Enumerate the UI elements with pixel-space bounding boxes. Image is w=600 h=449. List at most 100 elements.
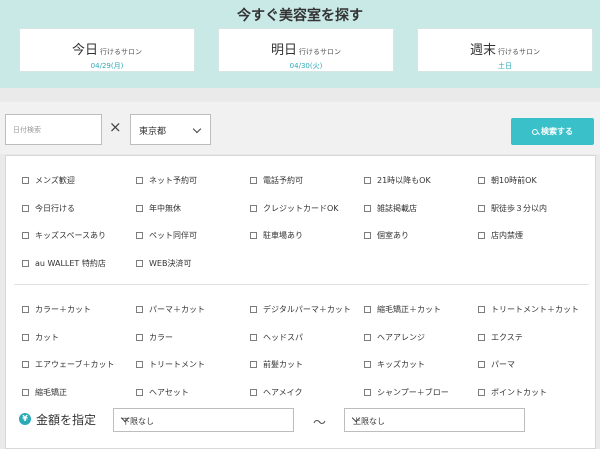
condition-option-label: 駐車場あり <box>263 231 303 240</box>
checkbox[interactable] <box>478 306 485 313</box>
search-button-label: 検索する <box>541 127 573 136</box>
checkbox[interactable] <box>250 388 257 396</box>
menu-option-label: ポイントカット <box>491 387 547 397</box>
menu-option[interactable]: 前髪カット <box>250 359 303 373</box>
menu-option[interactable]: カット <box>22 332 59 346</box>
menu-option-label: シャンプー＋ブロー <box>377 387 449 397</box>
checkbox[interactable] <box>136 361 143 368</box>
checkbox[interactable] <box>364 361 371 368</box>
checkbox[interactable] <box>136 259 143 267</box>
checkbox[interactable] <box>250 177 257 184</box>
checkbox[interactable] <box>250 333 257 341</box>
checkbox[interactable] <box>136 306 143 313</box>
checkbox[interactable] <box>478 333 485 341</box>
condition-option[interactable]: au WALLET 特約店 <box>22 258 106 272</box>
menu-option[interactable]: エアウェーブ＋カット <box>22 359 115 373</box>
condition-option-label: ネット予約可 <box>149 176 197 185</box>
menu-option[interactable]: ヘアアレンジ <box>364 332 425 346</box>
menu-option[interactable]: キッズカット <box>364 359 425 373</box>
menu-option[interactable]: ヘッドスパ <box>250 332 303 346</box>
menu-option[interactable]: シャンプー＋ブロー <box>364 387 449 401</box>
checkbox[interactable] <box>22 388 29 396</box>
menu-option[interactable]: ポイントカット <box>478 387 547 401</box>
menu-option[interactable]: パーマ <box>478 359 515 373</box>
date-search-input[interactable] <box>5 114 102 145</box>
condition-option[interactable]: メンズ歓迎 <box>22 175 75 189</box>
condition-option[interactable]: ネット予約可 <box>136 175 197 189</box>
checkbox[interactable] <box>364 232 371 239</box>
condition-option[interactable]: WEB決済可 <box>136 258 191 272</box>
menu-option[interactable]: トリートメント <box>136 359 205 373</box>
checkbox[interactable] <box>136 204 143 212</box>
checkbox[interactable] <box>22 232 29 239</box>
condition-option[interactable]: 雑誌掲載店 <box>364 203 417 217</box>
price-min-select[interactable]: 下限なし <box>113 408 294 432</box>
checkbox[interactable] <box>478 177 485 184</box>
menu-option[interactable]: 縮毛矯正＋カット <box>364 304 441 318</box>
checkbox[interactable] <box>364 177 371 184</box>
menu-option[interactable]: カラー <box>136 332 173 346</box>
checkbox[interactable] <box>136 388 143 396</box>
checkbox[interactable] <box>22 259 29 267</box>
checkbox[interactable] <box>250 232 257 239</box>
condition-option[interactable]: 駐車場あり <box>250 230 303 244</box>
condition-option-label: 朝10時前OK <box>491 176 537 185</box>
menu-option[interactable]: ヘアメイク <box>250 387 302 401</box>
menu-option-label: パーマ＋カット <box>149 305 205 314</box>
condition-option[interactable]: 朝10時前OK <box>478 175 537 189</box>
menu-option[interactable]: エクステ <box>478 332 523 346</box>
menu-option[interactable]: デジタルパーマ＋カット <box>250 304 351 318</box>
condition-option[interactable]: 店内禁煙 <box>478 230 523 244</box>
checkbox[interactable] <box>478 361 485 368</box>
checkbox[interactable] <box>22 204 29 212</box>
condition-option[interactable]: 年中無休 <box>136 203 181 217</box>
today-button[interactable]: 今日 行けるサロン 04/29(月) <box>19 28 195 72</box>
section-divider <box>14 284 589 285</box>
checkbox[interactable] <box>22 361 29 368</box>
menu-option-label: ヘアセット <box>149 387 189 397</box>
checkbox[interactable] <box>136 333 143 341</box>
checkbox[interactable] <box>364 204 371 212</box>
checkbox[interactable] <box>478 232 485 239</box>
menu-option-label: 縮毛矯正 <box>35 387 67 397</box>
checkbox[interactable] <box>250 361 257 368</box>
price-range-separator: 〜 <box>313 416 327 431</box>
checkbox[interactable] <box>136 177 143 184</box>
condition-option[interactable]: クレジットカードOK <box>250 203 339 217</box>
condition-option-label: ペット同伴可 <box>149 231 197 240</box>
checkbox[interactable] <box>136 232 143 239</box>
checkbox[interactable] <box>250 306 257 313</box>
menu-option[interactable]: カラー＋カット <box>22 304 91 318</box>
weekend-button[interactable]: 週末 行けるサロン 土日 <box>417 28 593 72</box>
menu-option-label: トリートメント <box>149 360 205 369</box>
checkbox[interactable] <box>478 388 485 396</box>
checkbox[interactable] <box>364 306 371 313</box>
condition-option-label: クレジットカードOK <box>263 203 339 213</box>
condition-option[interactable]: 21時以降もOK <box>364 175 431 189</box>
checkbox[interactable] <box>364 388 371 396</box>
menu-option-label: デジタルパーマ＋カット <box>263 305 351 314</box>
menu-option-label: カラー＋カット <box>35 305 91 314</box>
yen-icon: ¥ <box>19 413 31 425</box>
menu-option[interactable]: 縮毛矯正 <box>22 387 67 401</box>
menu-option[interactable]: トリートメント＋カット <box>478 304 579 318</box>
checkbox[interactable] <box>22 333 29 341</box>
checkbox[interactable] <box>22 306 29 313</box>
checkbox[interactable] <box>364 333 371 341</box>
condition-option[interactable]: 個室あり <box>364 230 409 244</box>
condition-option[interactable]: キッズスペースあり <box>22 230 106 244</box>
search-button[interactable]: 検索する <box>511 118 594 145</box>
checkbox[interactable] <box>22 177 29 184</box>
menu-option[interactable]: ヘアセット <box>136 387 189 401</box>
checkbox[interactable] <box>250 204 257 212</box>
prefecture-select[interactable]: 東京都 <box>130 114 211 145</box>
tomorrow-button[interactable]: 明日 行けるサロン 04/30(火) <box>218 28 394 72</box>
checkbox[interactable] <box>478 204 485 212</box>
condition-option[interactable]: 電話予約可 <box>250 175 303 189</box>
condition-option-label: 21時以降もOK <box>377 176 431 185</box>
menu-option[interactable]: パーマ＋カット <box>136 304 205 318</box>
condition-option[interactable]: 駅徒歩３分以内 <box>478 203 547 217</box>
condition-option[interactable]: ペット同伴可 <box>136 230 197 244</box>
price-max-select[interactable]: 上限なし <box>344 408 525 432</box>
condition-option[interactable]: 今日行ける <box>22 203 75 217</box>
